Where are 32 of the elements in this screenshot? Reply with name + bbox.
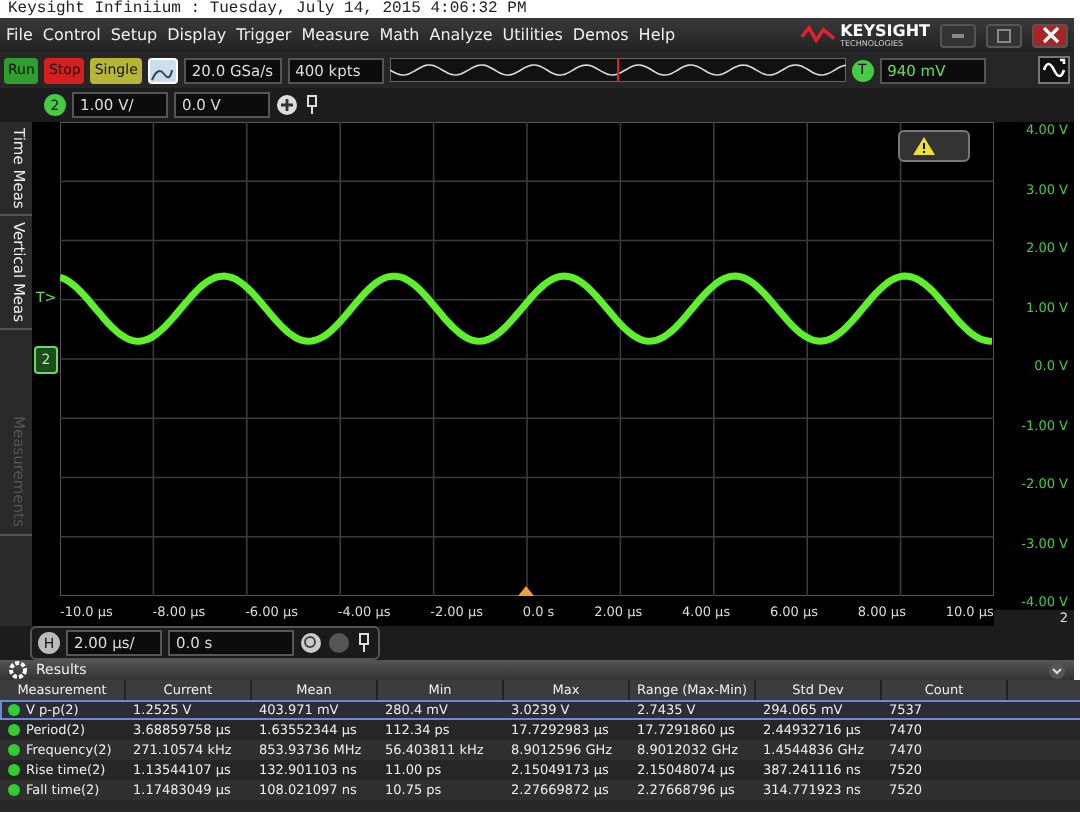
menu-item[interactable]: Display [167, 26, 227, 44]
menu-item[interactable]: Trigger [236, 26, 292, 44]
collapse-icon[interactable] [1048, 661, 1066, 679]
close-icon [1041, 26, 1059, 44]
add-icon[interactable] [276, 94, 298, 116]
menu-item[interactable]: File [6, 26, 33, 44]
menu-item[interactable]: Analyze [429, 26, 493, 44]
warning-icon [912, 136, 936, 156]
menu-item[interactable]: Measure [301, 26, 370, 44]
wave-logo-icon [800, 24, 837, 46]
trigger-position-icon[interactable] [518, 586, 534, 596]
window-caption: Keysight Infiniium : Tuesday, July 14, 2015 4:06:32 PM [6, 0, 529, 18]
wave-icon [1042, 58, 1066, 82]
autoscale-button[interactable] [147, 57, 178, 83]
menu-item[interactable]: Help [638, 26, 676, 44]
minimize-icon [952, 33, 964, 37]
close-button[interactable] [1032, 23, 1068, 47]
minimize-button[interactable] [940, 23, 976, 47]
menu-item[interactable]: Control [42, 26, 101, 44]
waveform-menu-button[interactable] [1038, 56, 1070, 84]
warning-button[interactable] [898, 130, 970, 162]
pin-icon[interactable] [304, 94, 320, 116]
menu-item[interactable]: Demos [572, 26, 629, 44]
zoom-icon[interactable] [300, 632, 322, 654]
menu-item[interactable]: Setup [110, 26, 158, 44]
maximize-button[interactable] [986, 23, 1022, 47]
menu-item[interactable]: Utilities [502, 26, 563, 44]
settings-icon[interactable] [8, 660, 28, 680]
pin-icon[interactable] [356, 632, 372, 654]
brand-name: KEYSIGHT [840, 23, 930, 39]
menu-item[interactable]: Math [379, 26, 420, 44]
maximize-icon [996, 27, 1012, 43]
